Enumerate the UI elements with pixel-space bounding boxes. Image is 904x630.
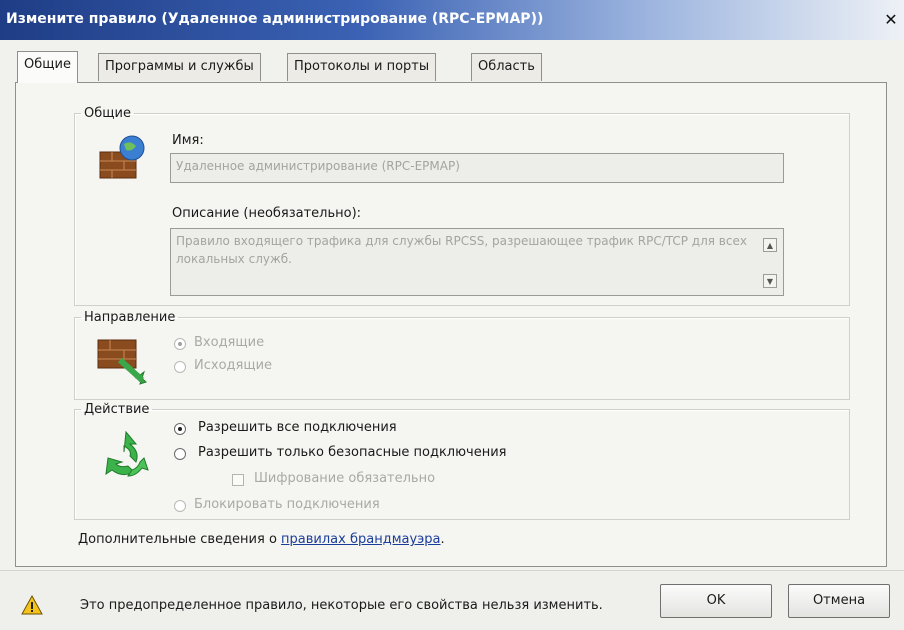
action-allow-all-label: Разрешить все подключения bbox=[198, 420, 397, 435]
direction-outbound-radio[interactable] bbox=[174, 361, 186, 373]
direction-group: Направление bbox=[74, 310, 850, 400]
ok-button[interactable]: OK bbox=[660, 584, 772, 618]
tab-scope[interactable]: Область bbox=[471, 53, 542, 81]
tab-protocols-ports[interactable]: Протоколы и порты bbox=[287, 53, 437, 81]
more-info-text: Дополнительные сведения о правилах бранд… bbox=[78, 532, 445, 547]
warning-text: Это предопределенное правило, некоторые … bbox=[80, 598, 603, 613]
window-title: Измените правило (Удаленное администриро… bbox=[6, 11, 544, 27]
direction-inbound-radio[interactable] bbox=[174, 338, 186, 350]
warning-triangle-icon bbox=[21, 594, 43, 615]
action-legend: Действие bbox=[84, 402, 150, 417]
direction-outbound-label: Исходящие bbox=[194, 358, 273, 373]
recycle-arrows-icon bbox=[105, 430, 149, 477]
close-button[interactable]: ✕ bbox=[882, 10, 900, 30]
description-field[interactable]: Правило входящего трафика для службы RPC… bbox=[170, 228, 784, 296]
action-allow-secure-label: Разрешить только безопасные подключения bbox=[198, 445, 507, 460]
firewall-rules-link[interactable]: правилах брандмауэра bbox=[281, 532, 440, 547]
action-allow-secure-radio[interactable] bbox=[174, 448, 186, 460]
tab-general[interactable]: Общие bbox=[17, 51, 78, 83]
action-block-label: Блокировать подключения bbox=[194, 497, 380, 512]
firewall-arrow-icon bbox=[97, 339, 147, 385]
title-bar: Измените правило (Удаленное администриро… bbox=[0, 0, 904, 40]
scroll-down-icon[interactable]: ▼ bbox=[763, 274, 777, 288]
direction-inbound-label: Входящие bbox=[194, 335, 265, 350]
footer-divider bbox=[0, 570, 904, 571]
more-info-prefix: Дополнительные сведения о bbox=[78, 532, 282, 547]
action-allow-all-radio[interactable] bbox=[174, 423, 186, 435]
more-info-suffix: . bbox=[440, 532, 445, 547]
action-group: Действие bbox=[74, 402, 850, 520]
name-field[interactable]: Удаленное администрирование (RPC-EPMAP) bbox=[170, 153, 784, 183]
encryption-required-checkbox[interactable] bbox=[232, 474, 244, 486]
direction-legend: Направление bbox=[84, 310, 176, 325]
tab-programs-services[interactable]: Программы и службы bbox=[98, 53, 261, 81]
general-legend: Общие bbox=[84, 106, 131, 121]
action-block-radio[interactable] bbox=[174, 500, 186, 512]
description-label: Описание (необязательно): bbox=[172, 206, 362, 221]
name-label: Имя: bbox=[172, 133, 204, 148]
globe-brick-firewall-icon bbox=[99, 135, 145, 179]
cancel-button[interactable]: Отмена bbox=[788, 584, 890, 618]
encryption-required-label: Шифрование обязательно bbox=[254, 471, 436, 486]
scroll-up-icon[interactable]: ▲ bbox=[763, 238, 777, 252]
